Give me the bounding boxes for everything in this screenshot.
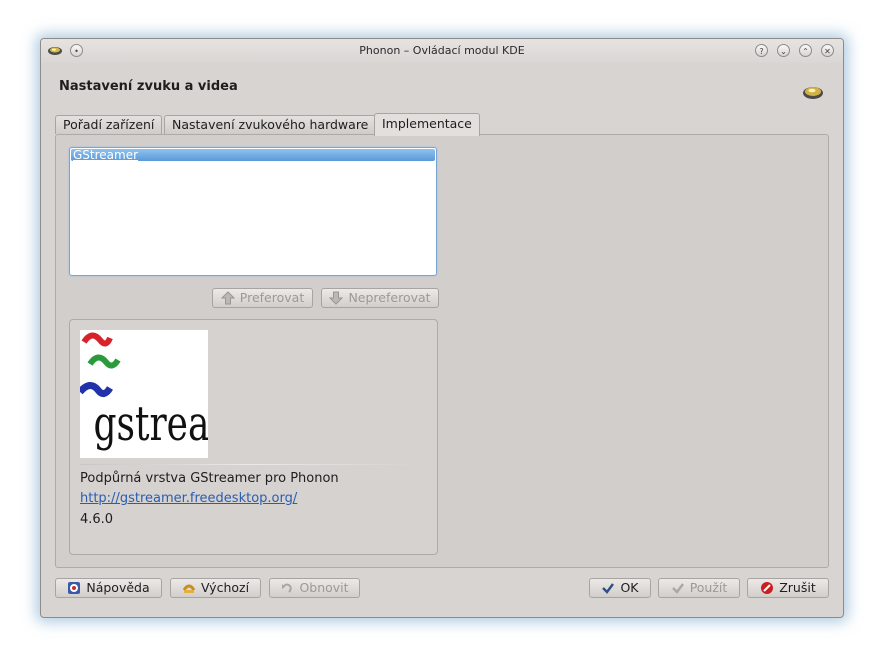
- tab-device-preference[interactable]: Pořadí zařízení: [55, 115, 163, 134]
- undo-icon: [280, 581, 294, 595]
- logo-text: gstreamer: [94, 397, 209, 452]
- backend-list[interactable]: GStreamer: [69, 147, 437, 276]
- window-title: Phonon – Ovládací modul KDE: [359, 44, 525, 57]
- backend-url-link[interactable]: http://gstreamer.freedesktop.org/: [80, 491, 297, 506]
- prefer-button[interactable]: Preferovat: [212, 288, 313, 308]
- tab-label: Nastavení zvukového hardware: [172, 117, 369, 132]
- help-icon[interactable]: ?: [755, 44, 768, 57]
- prefer-label: Preferovat: [239, 290, 305, 305]
- arrow-down-icon: [329, 291, 344, 305]
- backend-version: 4.6.0: [80, 512, 114, 527]
- check-icon: [601, 581, 615, 595]
- close-icon[interactable]: ✕: [821, 44, 834, 57]
- tab-audio-hardware[interactable]: Nastavení zvukového hardware: [164, 115, 377, 134]
- backend-panel: GStreamer Preferovat Nepreferovat gstrea…: [55, 134, 829, 568]
- arrow-up-icon: [220, 291, 235, 305]
- cancel-icon: [760, 581, 774, 595]
- defaults-icon: [182, 581, 196, 595]
- list-item[interactable]: GStreamer: [71, 149, 435, 161]
- defaults-label: Výchozí: [200, 580, 250, 595]
- cancel-button[interactable]: Zrušit: [747, 578, 829, 598]
- help-label: Nápověda: [86, 580, 150, 595]
- help-button[interactable]: Nápověda: [55, 578, 162, 598]
- tab-label: Pořadí zařízení: [63, 117, 155, 132]
- cancel-label: Zrušit: [779, 580, 816, 595]
- title-bar[interactable]: • Phonon – Ovládací modul KDE ? ⌄ ⌃ ✕: [41, 39, 843, 63]
- apply-button[interactable]: Použít: [658, 578, 740, 598]
- ok-button[interactable]: OK: [589, 578, 651, 598]
- module-title: Nastavení zvuku a videa: [59, 79, 238, 94]
- reset-button[interactable]: Obnovit: [269, 578, 360, 598]
- defaults-button[interactable]: Výchozí: [170, 578, 261, 598]
- apply-label: Použít: [689, 580, 728, 595]
- maximize-icon[interactable]: ⌃: [799, 44, 812, 57]
- gstreamer-logo: gstreamer: [77, 330, 283, 458]
- check-icon: [671, 581, 685, 595]
- kde-control-module-window: • Phonon – Ovládací modul KDE ? ⌄ ⌃ ✕ Na…: [40, 38, 844, 618]
- backend-description: Podpůrná vrstva GStreamer pro Phonon: [80, 471, 339, 486]
- ok-label: OK: [620, 580, 639, 595]
- minimize-icon[interactable]: ⌄: [777, 44, 790, 57]
- help-book-icon: [67, 581, 81, 595]
- reset-label: Obnovit: [299, 580, 349, 595]
- tab-backend[interactable]: Implementace: [374, 113, 480, 136]
- divider: [80, 464, 417, 465]
- tab-label: Implementace: [382, 116, 472, 131]
- defer-button[interactable]: Nepreferovat: [321, 288, 439, 308]
- backend-info-box: gstreamer Podpůrná vrstva GStreamer pro …: [69, 319, 438, 555]
- defer-label: Nepreferovat: [348, 290, 431, 305]
- speaker-icon: [801, 82, 825, 106]
